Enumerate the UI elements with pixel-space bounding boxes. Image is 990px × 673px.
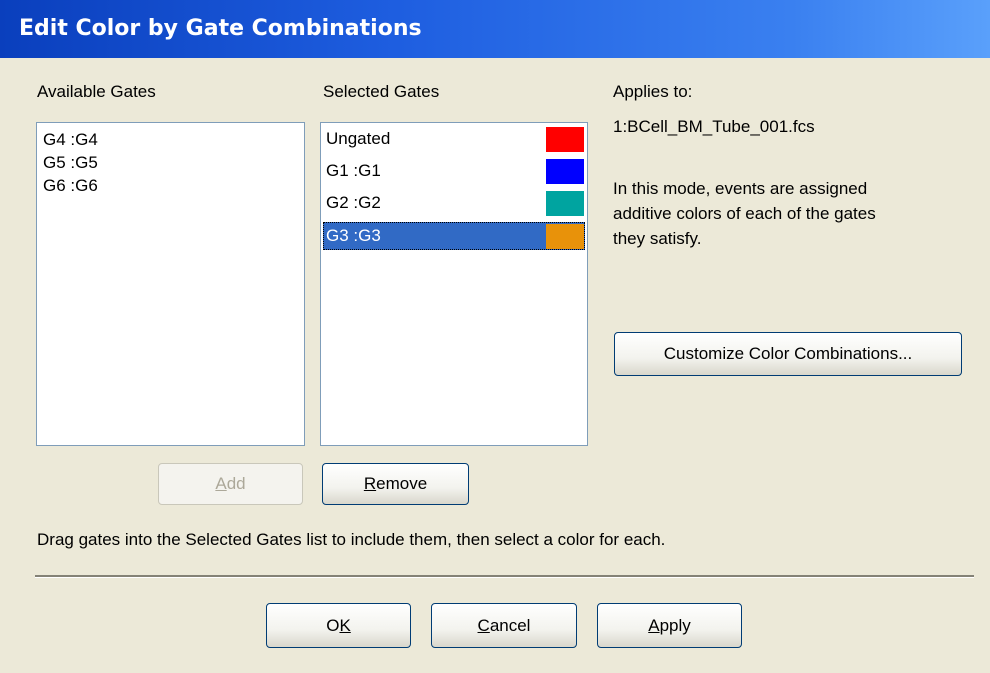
instruction-text: Drag gates into the Selected Gates list … — [37, 530, 666, 549]
button-label: emove — [376, 474, 428, 493]
gate-label: G2 :G2 — [326, 193, 381, 212]
list-item[interactable]: Ungated — [323, 125, 585, 153]
applies-to-label: Applies to: — [613, 82, 693, 101]
button-mnemonic: C — [477, 615, 490, 635]
mode-description-line2: additive colors of each of the gates — [613, 204, 876, 223]
applies-to-file: 1:BCell_BM_Tube_001.fcs — [613, 117, 815, 136]
color-swatch[interactable] — [546, 191, 584, 216]
list-item[interactable]: G1 :G1 — [323, 157, 585, 185]
button-mnemonic: R — [363, 474, 377, 493]
list-item[interactable]: G6 :G6 — [43, 173, 98, 199]
button-label: ancel — [489, 615, 531, 635]
gate-label: G1 :G1 — [326, 161, 381, 180]
list-item-selected[interactable]: G3 :G3 — [323, 222, 585, 250]
list-item[interactable]: G2 :G2 — [323, 189, 585, 217]
gate-label: Ungated — [326, 129, 391, 148]
title-bar[interactable]: Edit Color by Gate Combinations — [0, 0, 990, 58]
window-title: Edit Color by Gate Combinations — [19, 16, 422, 41]
add-button[interactable]: Add — [158, 463, 303, 505]
available-gates-heading: Available Gates — [37, 82, 156, 101]
button-mnemonic: A — [648, 615, 660, 635]
color-swatch[interactable] — [546, 159, 584, 184]
color-swatch[interactable] — [546, 224, 584, 249]
customize-color-combinations-button[interactable]: Customize Color Combinations... — [614, 332, 962, 376]
selected-gates-list[interactable]: Ungated G1 :G1 G2 :G2 G3 :G3 — [320, 122, 588, 446]
selected-gates-heading: Selected Gates — [323, 82, 440, 101]
apply-button[interactable]: Apply — [597, 603, 742, 648]
divider — [35, 575, 974, 578]
remove-button[interactable]: Remove — [322, 463, 469, 505]
button-label: Customize Color Combinations... — [663, 344, 913, 363]
mode-description-line1: In this mode, events are assigned — [613, 179, 868, 198]
button-mnemonic: A — [215, 474, 227, 493]
gate-label: G3 :G3 — [326, 226, 381, 245]
button-label: pply — [659, 615, 691, 635]
ok-button[interactable]: OK — [266, 603, 411, 648]
color-swatch[interactable] — [546, 127, 584, 152]
available-gates-list[interactable]: G4 :G4 G5 :G5 G6 :G6 — [36, 122, 305, 446]
cancel-button[interactable]: Cancel — [431, 603, 577, 648]
mode-description-line3: they satisfy. — [613, 229, 702, 248]
button-label: dd — [226, 474, 246, 493]
button-mnemonic: K — [339, 615, 351, 635]
button-label: O — [326, 615, 340, 635]
